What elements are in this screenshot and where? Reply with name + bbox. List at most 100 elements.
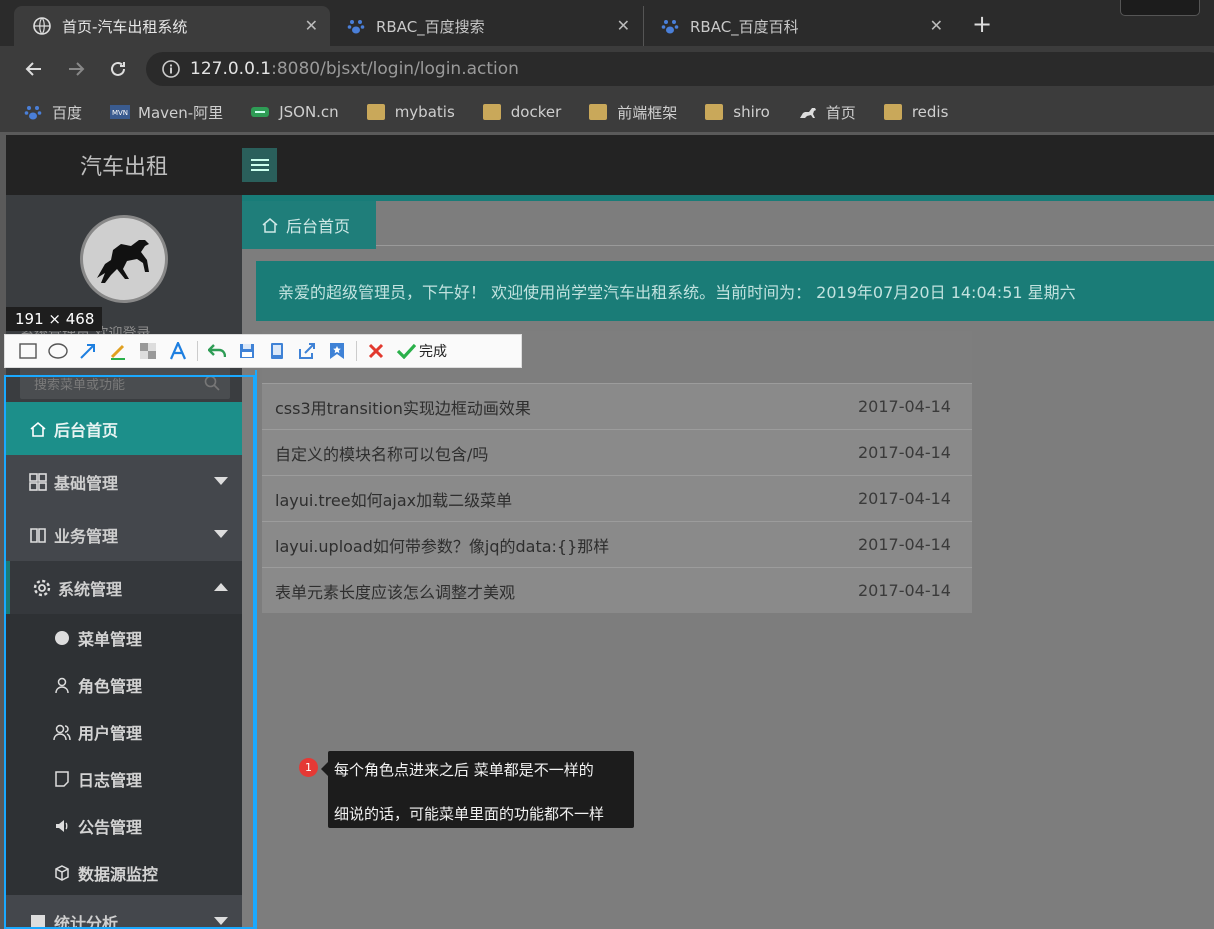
chevron-down-icon (214, 917, 228, 925)
share-icon[interactable] (292, 337, 322, 365)
chevron-down-icon (214, 477, 228, 485)
tab-home[interactable]: 后台首页 (242, 201, 376, 249)
sidebar-subitem-label: 菜单管理 (78, 629, 143, 649)
sidebar-subitem-notice[interactable]: 公告管理 (6, 802, 242, 849)
search-placeholder: 搜索菜单或功能 (34, 378, 126, 393)
undo-icon[interactable] (202, 337, 232, 365)
sidebar-subitem-datasource[interactable]: 数据源监控 (6, 849, 242, 896)
browser-tab[interactable]: RBAC_百度百科 ✕ (643, 6, 955, 46)
table-row[interactable]: layui.tree如何ajax加载二级菜单 2017-04-14 (262, 475, 972, 521)
svg-text:MVN: MVN (112, 109, 128, 117)
gear-icon (32, 578, 52, 598)
avatar[interactable] (80, 215, 168, 303)
sidebar-subitem-user[interactable]: 用户管理 (6, 708, 242, 755)
browser-tab-strip: 首页-汽车出租系统 ✕ RBAC_百度搜索 ✕ RBAC_百度百科 ✕ + (0, 0, 1214, 46)
capture-selection-edge[interactable] (255, 370, 257, 929)
chevron-down-icon (214, 530, 228, 538)
bookmark-item[interactable]: mybatis (366, 103, 455, 121)
sidebar-subitem-role[interactable]: 角色管理 (6, 661, 242, 708)
note-pointer (321, 762, 328, 776)
news-title: 表单元素长度应该怎么调整才美观 (275, 582, 516, 602)
url-host: 127.0.0.1 (190, 59, 272, 79)
table-row[interactable]: 表单元素长度应该怎么调整才美观 2017-04-14 (262, 567, 972, 613)
news-date: 2017-04-14 (858, 535, 951, 554)
rectangle-tool-icon[interactable] (13, 337, 43, 365)
save-icon[interactable] (232, 337, 262, 365)
new-tab-icon[interactable]: + (972, 10, 992, 38)
bookmark-item[interactable]: 百度 (24, 102, 82, 123)
done-button[interactable]: 完成 (419, 341, 447, 361)
cancel-icon[interactable] (361, 337, 391, 365)
menu-search-input[interactable]: 搜索菜单或功能 (20, 367, 230, 399)
user-icon (52, 675, 72, 695)
bookmark-label: redis (911, 103, 949, 121)
bookmarks-bar: 百度 MVN Maven-阿里 JSON.cn mybatis docker 前… (0, 92, 1214, 132)
bookmark-item[interactable]: shiro (705, 103, 770, 121)
folder-icon (366, 104, 385, 120)
ellipse-tool-icon[interactable] (43, 337, 73, 365)
brand-title: 汽车出租 (79, 155, 168, 180)
speaker-icon (52, 816, 72, 836)
sidebar-subitem-label: 日志管理 (78, 770, 143, 790)
app-header: 汽车出租 (6, 135, 1214, 195)
bookmark-item[interactable]: 首页 (798, 102, 856, 123)
text-tool-icon[interactable] (163, 337, 193, 365)
browser-tab-active[interactable]: 首页-汽车出租系统 ✕ (14, 6, 330, 46)
forward-arrow-icon[interactable] (64, 57, 88, 81)
table-row[interactable]: layui.upload如何带参数？像jq的data:{}那样 2017-04-1… (262, 521, 972, 567)
annotation-note: 每个角色点进来之后 菜单都是不一样的 细说的话，可能菜单里面的功能都不一样 (328, 751, 634, 828)
sidebar-subitem-menu[interactable]: 菜单管理 (6, 614, 242, 661)
bookmark-item[interactable]: MVN Maven-阿里 (110, 102, 223, 123)
sidebar-item-home[interactable]: 后台首页 (6, 402, 242, 455)
paw-icon (660, 16, 680, 36)
sidebar-subitem-log[interactable]: 日志管理 (6, 755, 242, 802)
bookmark-icon[interactable] (322, 337, 352, 365)
close-tab-icon[interactable]: ✕ (305, 16, 318, 35)
note-number-badge: 1 (299, 758, 318, 777)
book-icon (28, 525, 48, 545)
maven-icon: MVN (110, 104, 131, 120)
bookmark-label: Maven-阿里 (138, 103, 224, 122)
tab-title: RBAC_百度百科 (690, 17, 799, 36)
sidebar-subitem-label: 公告管理 (78, 817, 143, 837)
confirm-icon[interactable] (391, 337, 421, 365)
search-icon[interactable] (204, 375, 220, 391)
sidebar-subitem-label: 角色管理 (78, 676, 143, 696)
tab-label: 后台首页 (286, 217, 351, 236)
browser-tab[interactable]: RBAC_百度搜索 ✕ (330, 6, 642, 46)
mosaic-tool-icon[interactable] (133, 337, 163, 365)
close-tab-icon[interactable]: ✕ (930, 16, 943, 35)
bookmark-item[interactable]: docker (482, 103, 562, 121)
sidebar-item-base[interactable]: 基础管理 (6, 455, 242, 508)
address-bar[interactable]: 127.0.0.1:8080/bjsxt/login/login.action (146, 52, 1214, 86)
capture-size-label: 191 × 468 (6, 307, 102, 331)
bookmark-item[interactable]: JSON.cn (251, 103, 339, 121)
sidebar-subitem-label: 数据源监控 (78, 864, 159, 884)
welcome-banner: 亲爱的超级管理员，下午好！ 欢迎使用尚学堂汽车出租系统。当前时间为： 2019年… (256, 261, 1214, 321)
table-row[interactable]: 自定义的模块名称可以包含/吗 2017-04-14 (262, 429, 972, 475)
circle-icon (52, 628, 72, 648)
sidebar-item-system[interactable]: 系统管理 (6, 561, 242, 614)
reload-icon[interactable] (106, 57, 130, 81)
arrow-tool-icon[interactable] (73, 337, 103, 365)
toolbar-divider (356, 341, 357, 361)
sidebar-item-stats[interactable]: 统计分析 (6, 895, 242, 929)
home-icon (262, 217, 278, 233)
menu-toggle-icon[interactable] (242, 148, 277, 182)
back-arrow-icon[interactable] (22, 57, 46, 81)
bookmark-label: docker (510, 103, 562, 121)
close-tab-icon[interactable]: ✕ (617, 16, 630, 35)
sidebar-item-business[interactable]: 业务管理 (6, 508, 242, 561)
grid-icon (28, 472, 48, 492)
news-title: css3用transition实现边框动画效果 (275, 398, 531, 418)
bookmark-item[interactable]: 前端框架 (589, 102, 677, 123)
sidebar-item-label: 基础管理 (54, 473, 119, 493)
pin-icon[interactable] (262, 337, 292, 365)
pen-tool-icon[interactable] (103, 337, 133, 365)
bookmark-item[interactable]: redis (883, 103, 949, 121)
horse-icon (798, 104, 816, 120)
sidebar-item-label: 业务管理 (54, 526, 119, 546)
tab-title: RBAC_百度搜索 (376, 17, 485, 36)
table-row[interactable]: css3用transition实现边框动画效果 2017-04-14 (262, 383, 972, 429)
info-icon[interactable] (162, 60, 180, 78)
